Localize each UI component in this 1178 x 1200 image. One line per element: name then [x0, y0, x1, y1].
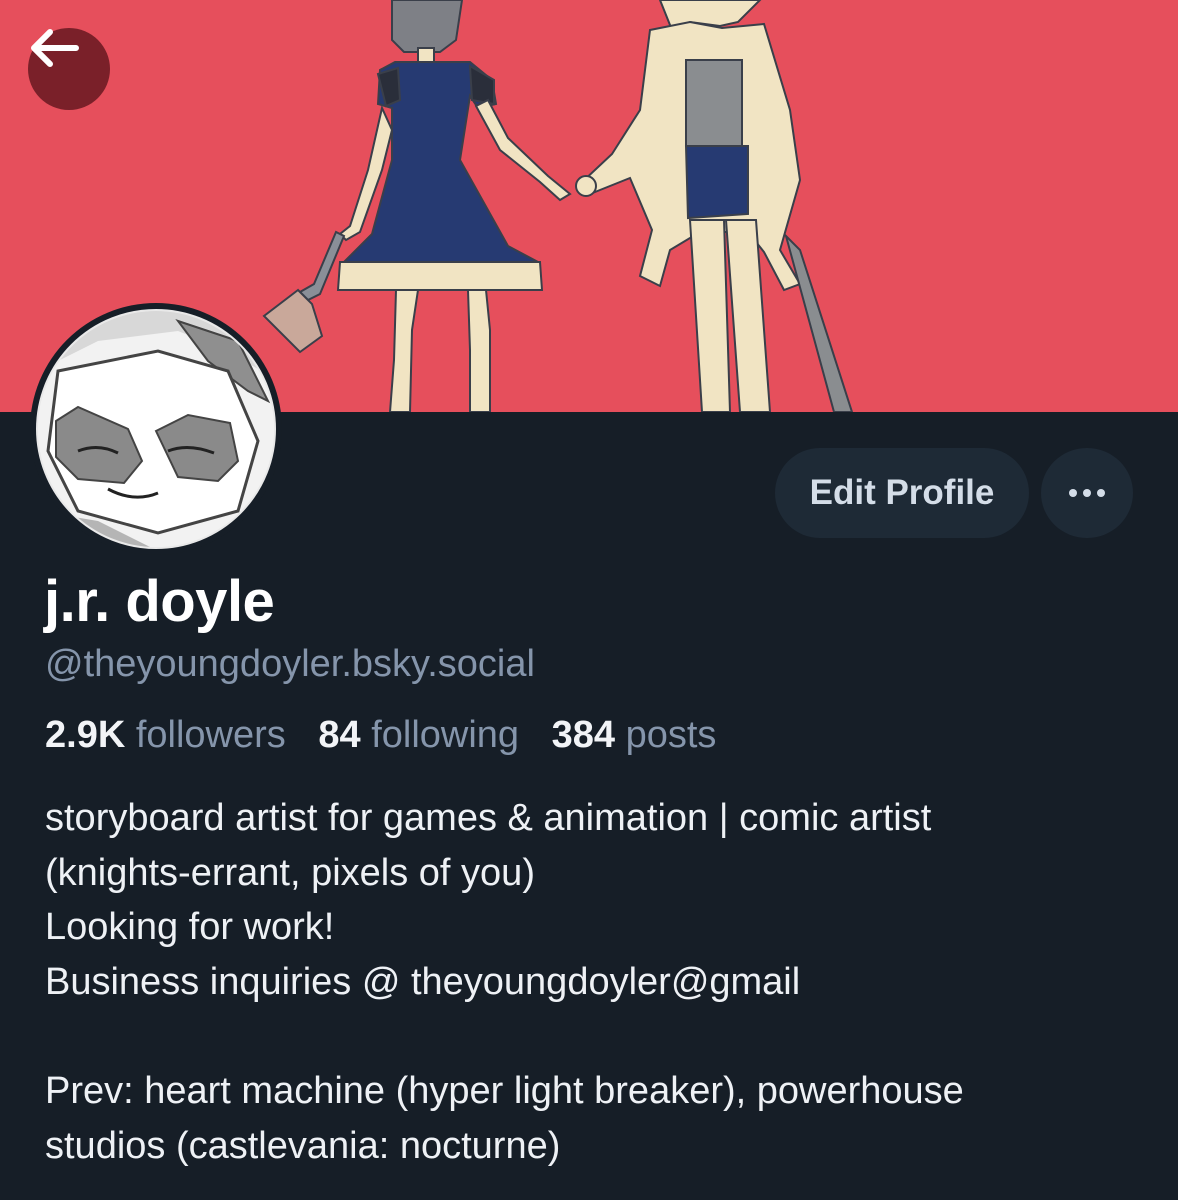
posts-label: posts — [625, 714, 717, 756]
following-link[interactable]: 84 following — [318, 714, 519, 756]
bio-line: Looking for work! — [45, 906, 335, 949]
followers-link[interactable]: 2.9K followers — [45, 714, 286, 756]
followers-count: 2.9K — [45, 714, 126, 756]
bio-line: storyboard artist for games & animation … — [45, 797, 932, 839]
bio-line: (knights-errant, pixels of you) — [45, 851, 535, 894]
bio-line: Business inquiries @ theyoungdoyler@gmai… — [45, 960, 801, 1003]
posts-count: 384 — [551, 714, 616, 756]
bio-line: Prev: heart machine (hyper light breaker… — [45, 1069, 964, 1112]
bio-line: studios (castlevania: nocturne) — [45, 1124, 561, 1167]
following-count: 84 — [318, 714, 361, 756]
followers-label: followers — [135, 714, 286, 756]
profile-handle: @theyoungdoyler.bsky.social — [45, 643, 535, 685]
more-options-button[interactable] — [1041, 448, 1133, 538]
bio-line — [45, 1009, 1145, 1064]
posts-stat: 384 posts — [552, 714, 717, 756]
profile-bio: storyboard artist for games & animation … — [45, 791, 1145, 1173]
edit-profile-button[interactable]: Edit Profile — [775, 448, 1029, 538]
arrow-left-icon — [31, 29, 79, 67]
avatar[interactable] — [30, 303, 282, 555]
back-button[interactable] — [28, 28, 110, 110]
ellipsis-icon — [1069, 489, 1105, 497]
display-name: j.r. doyle — [44, 569, 275, 634]
profile-stats: 2.9K followers 84 following 384 posts — [45, 714, 738, 757]
raccoon-avatar-icon — [38, 311, 274, 547]
following-label: following — [371, 714, 520, 756]
